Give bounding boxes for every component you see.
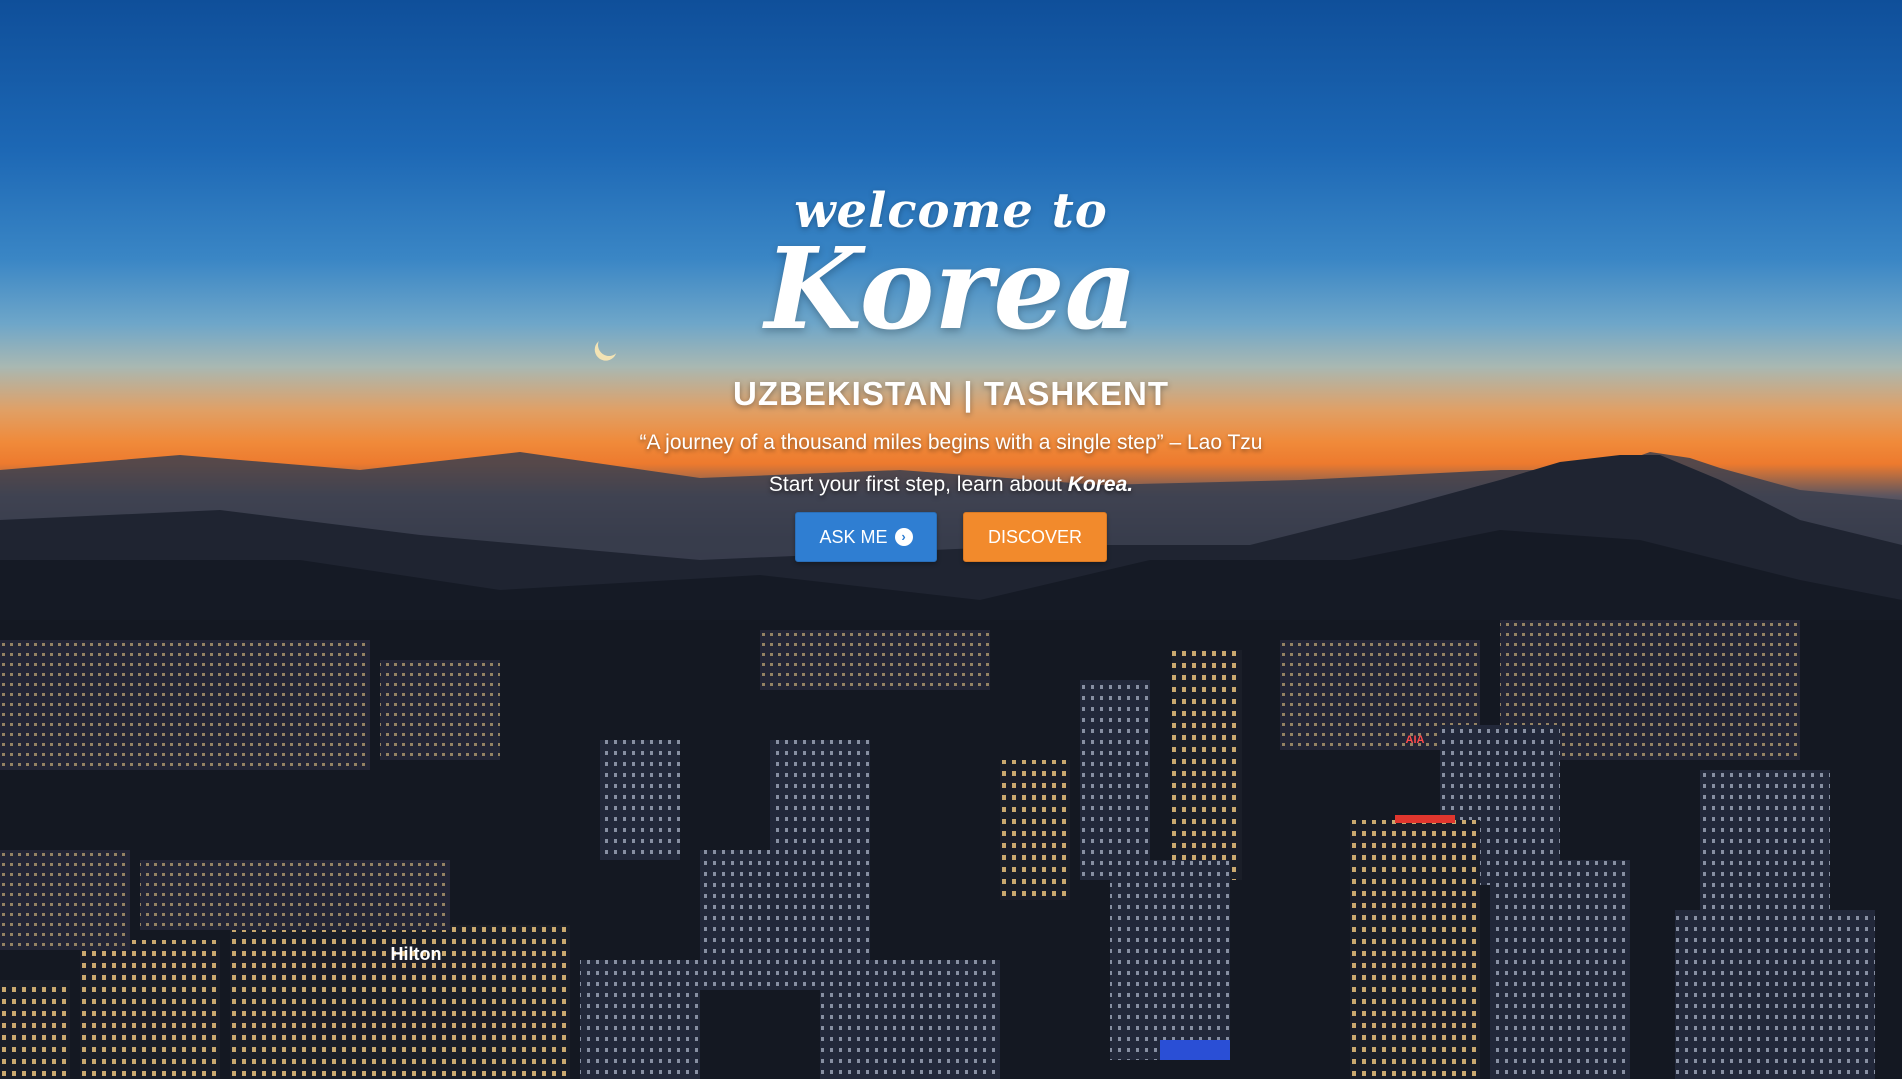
hero-background: Hilton AIA welcome to Korea UZBEKISTAN |… (0, 0, 1902, 1079)
hero-content: welcome to Korea UZBEKISTAN | TASHKENT “… (0, 0, 1902, 1079)
tagline-emphasis: Korea. (1067, 473, 1134, 496)
chevron-circle-right-icon: › (894, 528, 913, 546)
discover-label: DISCOVER (987, 526, 1083, 547)
korea-title: Korea (764, 224, 1138, 355)
location-subtitle: UZBEKISTAN | TASHKENT (733, 375, 1169, 412)
lao-tzu-quote: “A journey of a thousand miles begins wi… (639, 431, 1263, 454)
tagline: Start your first step, learn about Korea… (0, 473, 1902, 497)
ask-me-button[interactable]: ASK ME › (795, 512, 937, 562)
discover-button[interactable]: DISCOVER (963, 512, 1107, 562)
ask-me-label: ASK ME (819, 526, 888, 547)
tagline-prefix: Start your first step, learn about (768, 473, 1068, 496)
hero-buttons: ASK ME › DISCOVER (0, 512, 1902, 562)
